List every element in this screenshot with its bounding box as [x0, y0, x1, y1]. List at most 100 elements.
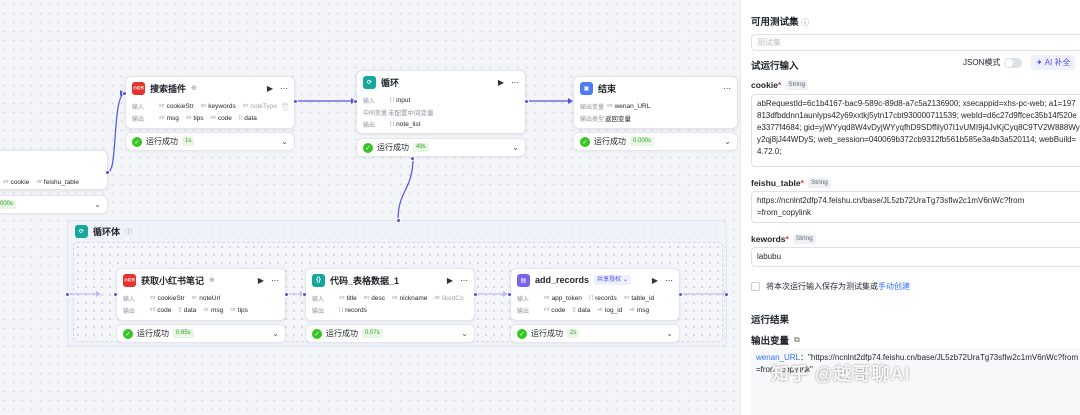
start-output-tag: str cookie	[3, 178, 30, 186]
chevron-down-icon[interactable]: ⌄	[724, 137, 731, 146]
more-icon[interactable]: ⋯	[280, 84, 288, 93]
save-testset-checkbox[interactable]	[751, 282, 760, 291]
node-var-row: 输出变量 str wenan_URL	[580, 102, 651, 111]
connection-edges	[66, 90, 729, 297]
edge-start-search	[107, 92, 126, 173]
field-label-kewords: kewords * String	[751, 234, 816, 244]
chevron-down-icon[interactable]: ⌄	[272, 329, 279, 338]
run-time-badge: 000s	[0, 200, 17, 209]
manual-create-link[interactable]: 手动创建	[878, 282, 910, 291]
test-run-panel: 可用测试集 ⓘ 测试集 试运行输入 JSON模式 ✦ AI 补全 cookie * S…	[740, 0, 1080, 415]
run-icon[interactable]: ▶	[498, 78, 504, 87]
chevron-down-icon[interactable]: ⌄	[666, 329, 673, 338]
search-status-bar[interactable]: ✓ 运行成功 1s ⌄	[125, 132, 295, 151]
chevron-down-icon[interactable]: ⌄	[94, 200, 101, 209]
more-icon[interactable]: ⋯	[511, 78, 519, 87]
more-icon[interactable]: ⋯	[723, 84, 731, 93]
connection-port[interactable]	[284, 292, 289, 297]
test-sets-title: 可用测试集	[751, 17, 799, 28]
start-output-tag: str feishu_table	[36, 178, 79, 186]
chevron-down-icon[interactable]: ⌄	[512, 143, 519, 152]
run-icon[interactable]: ▶	[447, 276, 453, 285]
code-icon: {}	[312, 273, 325, 287]
node-title: 代码_表格数据_1	[330, 275, 400, 286]
end-status-bar[interactable]: ✓ 运行成功 0.000s ⌄	[573, 132, 738, 151]
run-icon[interactable]: ▶	[258, 276, 264, 285]
node-title: 结束	[598, 83, 617, 94]
node-type-row: 输出类型 返回变量	[580, 116, 631, 123]
connection-port[interactable]	[507, 292, 512, 297]
connection-port[interactable]	[293, 99, 298, 104]
loop-body-title: 循环体	[93, 227, 121, 237]
copy-icon[interactable]: ⧉	[794, 335, 800, 345]
more-tags-icon[interactable]: ⋯	[282, 101, 288, 111]
get-note-status-bar[interactable]: ✓ 运行成功 0.65s ⌄	[116, 324, 286, 343]
connection-port[interactable]	[353, 99, 358, 104]
json-mode-toggle[interactable]	[1004, 57, 1023, 68]
node-input-row: 输入 str cookieStr str noteUrl	[123, 294, 221, 303]
loop-icon: ⟳	[363, 75, 376, 89]
field-label-cookie: cookie * String	[751, 80, 809, 90]
connection-port[interactable]	[724, 292, 729, 297]
success-check-icon: ✓	[363, 142, 373, 153]
connection-port[interactable]	[113, 292, 118, 297]
cookie-input[interactable]: abRequestId=6c1b4167-bac9-589c-89d8-a7c5…	[751, 94, 1080, 167]
start-status-bar[interactable]: 000s ⌄	[0, 195, 108, 214]
ai-fill-button[interactable]: ✦ AI 补全	[1031, 55, 1076, 70]
more-icon[interactable]: ⋯	[271, 276, 279, 285]
run-time-badge: 49s	[413, 143, 429, 152]
connection-port[interactable]	[105, 170, 110, 175]
loop-body-icon: ⟳	[75, 225, 88, 238]
feishu-table-input[interactable]: https://ncnlnt2dfp74.feishu.cn/base/JL5z…	[751, 191, 1080, 223]
code-node[interactable]: {} 代码_表格数据_1 ▶ ⋯ 输入 str title str desc str n…	[305, 268, 475, 321]
node-output-row: 输出 int code {} data str msg str tips	[123, 306, 248, 315]
node-input-row: 输入 str title str desc str nickname str liked…	[312, 294, 464, 303]
chevron-down-icon[interactable]: ⌄	[461, 329, 468, 338]
output-var-title: 输出变量	[751, 336, 790, 347]
plugin-mark-icon: ⊕	[191, 85, 197, 92]
json-mode-label: JSON模式	[963, 58, 1001, 67]
connection-port[interactable]	[122, 91, 127, 96]
node-output-row: 输出 str msg str tips int code {} data	[132, 114, 257, 123]
add-records-status-bar[interactable]: ✓ 运行成功 2s ⌄	[510, 324, 680, 343]
run-icon[interactable]: ▶	[652, 276, 658, 285]
run-time-badge: 0.000s	[630, 137, 655, 146]
run-icon[interactable]: ▶	[267, 84, 273, 93]
code-status-bar[interactable]: ✓ 运行成功 0.07s ⌄	[305, 324, 475, 343]
edge-loop-body	[397, 157, 414, 221]
workflow-canvas[interactable]: str cookie str feishu_table 000s ⌄ 小红书 搜索插…	[0, 0, 740, 415]
connection-port[interactable]	[396, 218, 401, 223]
info-icon[interactable]: ⓘ	[125, 227, 132, 237]
watermark: 知乎 @越哥聊AI	[771, 364, 911, 384]
more-icon[interactable]: ⋯	[665, 276, 673, 285]
connection-port[interactable]	[524, 99, 529, 104]
loop-node[interactable]: ⟳ 循环 ▶ ⋯ 输入 [ ] input 中间变量 未配置中间变量 输出 [ ] n…	[356, 70, 526, 134]
loop-status-bar[interactable]: ✓ 运行成功 49s ⌄	[356, 138, 526, 157]
node-input-row: 输入 [ ] input	[363, 96, 411, 105]
chevron-down-icon[interactable]: ⌄	[281, 137, 288, 146]
end-node[interactable]: ▣ 结束 ⋯ 输出变量 str wenan_URL 输出类型 返回变量	[573, 76, 738, 129]
connection-port[interactable]	[473, 292, 478, 297]
kewords-input[interactable]: labubu	[751, 247, 1080, 267]
field-label-feishu-table: feishu_table * String	[751, 178, 831, 188]
start-node-partial[interactable]: str cookie str feishu_table	[0, 150, 108, 190]
test-set-select[interactable]: 测试集	[751, 34, 1080, 51]
connection-port[interactable]	[678, 292, 683, 297]
node-output-row: 输出 int code {} data str log_id str msg	[517, 306, 650, 315]
node-input-row: 输入 str app_token [ ] records str table_id	[517, 294, 655, 303]
connection-port[interactable]	[302, 292, 307, 297]
connection-port[interactable]	[410, 156, 415, 161]
node-midvar-row: 中间变量 未配置中间变量	[363, 110, 434, 117]
run-time-badge: 1s	[182, 137, 195, 146]
add-records-node[interactable]: ▤ add_records 共享授权 ⌄ ▶ ⋯ 输入 str app_token …	[510, 268, 680, 321]
feishu-table-icon: ▤	[517, 273, 530, 287]
success-check-icon: ✓	[580, 136, 590, 147]
connection-port[interactable]	[65, 292, 70, 297]
shared-auth-badge[interactable]: 共享授权 ⌄	[594, 275, 631, 285]
info-icon[interactable]: ⓘ	[801, 18, 809, 27]
more-icon[interactable]: ⋯	[460, 276, 468, 285]
get-note-node[interactable]: 小红书 获取小红书笔记 ⊕ ▶ ⋯ 输入 str cookieStr str note…	[116, 268, 286, 321]
search-plugin-node[interactable]: 小红书 搜索插件 ⊕ ▶ ⋯ 输入 str cookieStr str keyword…	[125, 76, 295, 129]
node-title: 循环	[381, 77, 400, 88]
start-output-tags: str cookie str feishu_table	[1, 176, 81, 188]
